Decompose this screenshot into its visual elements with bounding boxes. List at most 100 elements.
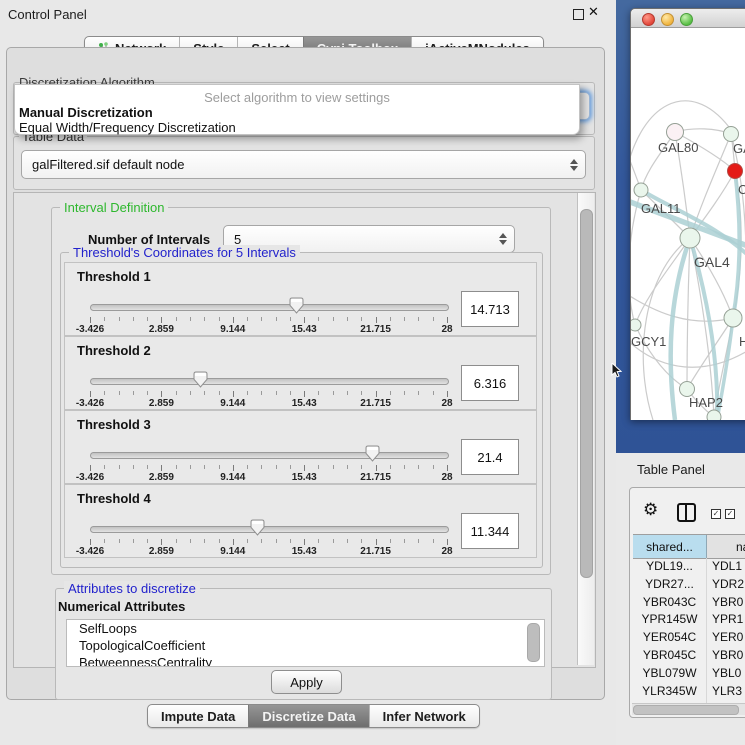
algorithm-popup-item[interactable]: Manual Discretization — [19, 105, 153, 120]
cell-shared-name: YLR345W — [633, 683, 707, 701]
slider-minor-tick — [433, 317, 434, 321]
network-node[interactable] — [634, 183, 648, 197]
threshold-value-field[interactable]: 14.713 — [461, 291, 519, 327]
slider-minor-tick — [404, 539, 405, 543]
network-node[interactable] — [680, 228, 700, 248]
slider-track[interactable] — [90, 304, 449, 311]
table-data-combobox[interactable]: galFiltered.sif default node — [21, 150, 586, 179]
algorithm-popup-placeholder: Select algorithm to view settings — [15, 90, 579, 105]
checkbox-icon[interactable]: ✓ — [725, 509, 735, 519]
checkbox-icon[interactable]: ✓ — [711, 509, 721, 519]
slider-tick — [233, 317, 234, 323]
cell-name: YBR0 — [707, 647, 745, 665]
slider-minor-tick — [361, 391, 362, 395]
slider-tick-label: -3.426 — [76, 472, 104, 483]
slider-minor-tick — [418, 391, 419, 395]
network-canvas[interactable]: GAL80GACGAL11GAL4GCY1HHAP2 — [631, 28, 745, 420]
slider-minor-tick — [219, 317, 220, 321]
tab-infer-network[interactable]: Infer Network — [369, 705, 479, 727]
slider-thumb[interactable] — [365, 445, 380, 462]
slider-track[interactable] — [90, 378, 449, 385]
split-columns-icon[interactable] — [677, 503, 696, 522]
slider-minor-tick — [433, 465, 434, 469]
slider-tick — [90, 317, 91, 323]
slider-tick — [90, 391, 91, 397]
cell-shared-name: YER054C — [633, 629, 707, 647]
gear-icon[interactable]: ⚙ — [643, 500, 658, 520]
table-row[interactable]: YER054CYER0 — [633, 629, 745, 647]
slider-tick-label: 9.144 — [220, 472, 245, 483]
threshold-panel: Threshold 3-3.4262.8599.14415.4321.71528… — [64, 410, 537, 484]
slider-track[interactable] — [90, 452, 449, 459]
control-panel-titlebar: Control Panel ✕ — [0, 0, 616, 26]
slider-minor-tick — [261, 465, 262, 469]
slider-minor-tick — [219, 465, 220, 469]
float-window-icon[interactable] — [573, 9, 584, 20]
network-node[interactable] — [707, 410, 721, 420]
table-row[interactable]: YBR045CYBR0 — [633, 647, 745, 665]
threshold-value-field[interactable]: 21.4 — [461, 439, 519, 475]
slider-minor-tick — [333, 317, 334, 321]
interval-definition-label: Interval Definition — [60, 200, 168, 215]
slider-minor-tick — [176, 391, 177, 395]
numerical-attributes-list[interactable]: SelfLoopsTopologicalCoefficientBetweenne… — [66, 619, 545, 667]
slider-minor-tick — [190, 317, 191, 321]
vertical-scrollbar-thumb[interactable] — [580, 209, 593, 578]
attribute-list-item[interactable]: TopologicalCoefficient — [67, 637, 544, 654]
list-scrollbar-thumb[interactable] — [527, 623, 540, 662]
cell-name: YDR2 — [707, 576, 745, 594]
apply-button[interactable]: Apply — [271, 670, 342, 694]
stepper-arrows-icon — [566, 151, 581, 178]
slider-tick-label: 2.859 — [149, 472, 174, 483]
slider-thumb[interactable] — [193, 371, 208, 388]
table-row[interactable]: YPR145WYPR1 — [633, 611, 745, 629]
slider-tick — [376, 465, 377, 471]
screenshot-root: Control Panel ✕ NetworkStyleSelectCyni T… — [0, 0, 745, 745]
slider-minor-tick — [318, 391, 319, 395]
table-panel: ⚙ ✓ ✓ shared... name YDL19...YDL1YDR27..… — [629, 487, 745, 718]
slider-thumb[interactable] — [289, 297, 304, 314]
horizontal-scrollbar-thumb[interactable] — [633, 705, 739, 715]
table-row[interactable]: YDR27...YDR2 — [633, 576, 745, 594]
threshold-value-field[interactable]: 6.316 — [461, 365, 519, 401]
table-row[interactable]: YLR345WYLR3 — [633, 683, 745, 701]
slider-minor-tick — [347, 317, 348, 321]
algorithm-popup-item[interactable]: Equal Width/Frequency Discretization — [19, 120, 236, 135]
column-header-name[interactable]: name — [707, 535, 745, 558]
network-node-label: GAL4 — [694, 254, 730, 270]
close-icon[interactable]: ✕ — [588, 4, 599, 20]
slider-minor-tick — [390, 391, 391, 395]
slider-tick-label: 2.859 — [149, 398, 174, 409]
network-window-titlebar[interactable] — [631, 9, 745, 28]
attribute-list-item[interactable]: SelfLoops — [67, 620, 544, 637]
network-node[interactable] — [667, 124, 684, 141]
zoom-traffic-light-icon[interactable] — [680, 13, 693, 26]
thresholds-group-label: Threshold's Coordinates for 5 Intervals — [69, 245, 300, 260]
close-traffic-light-icon[interactable] — [642, 13, 655, 26]
slider-minor-tick — [104, 465, 105, 469]
table-row[interactable]: YDL19...YDL1 — [633, 558, 745, 576]
tab-impute-data[interactable]: Impute Data — [148, 705, 248, 727]
attribute-list-item[interactable]: BetweennessCentrality — [67, 654, 544, 667]
threshold-value-field[interactable]: 11.344 — [461, 513, 519, 549]
slider-thumb[interactable] — [250, 519, 265, 536]
slider-track[interactable] — [90, 526, 449, 533]
network-node[interactable] — [728, 164, 743, 179]
column-header-shared-name[interactable]: shared... — [633, 535, 707, 558]
cell-name: YDL1 — [707, 558, 745, 576]
slider-tick — [233, 391, 234, 397]
slider-minor-tick — [190, 465, 191, 469]
tab-discretize-data[interactable]: Discretize Data — [248, 705, 368, 727]
network-node[interactable] — [724, 127, 739, 142]
slider-minor-tick — [290, 317, 291, 321]
table-row[interactable]: YBR043CYBR0 — [633, 594, 745, 612]
minimize-traffic-light-icon[interactable] — [661, 13, 674, 26]
slider-minor-tick — [333, 391, 334, 395]
network-view-window[interactable]: GAL80GACGAL11GAL4GCY1HHAP2 — [630, 8, 745, 420]
network-node[interactable] — [631, 319, 641, 331]
slider-tick-label: 21.715 — [360, 324, 391, 335]
table-row[interactable]: YBL079WYBL0 — [633, 665, 745, 683]
horizontal-scrollbar[interactable] — [632, 703, 745, 715]
slider-tick-label: 28 — [441, 398, 452, 409]
network-node[interactable] — [724, 309, 742, 327]
